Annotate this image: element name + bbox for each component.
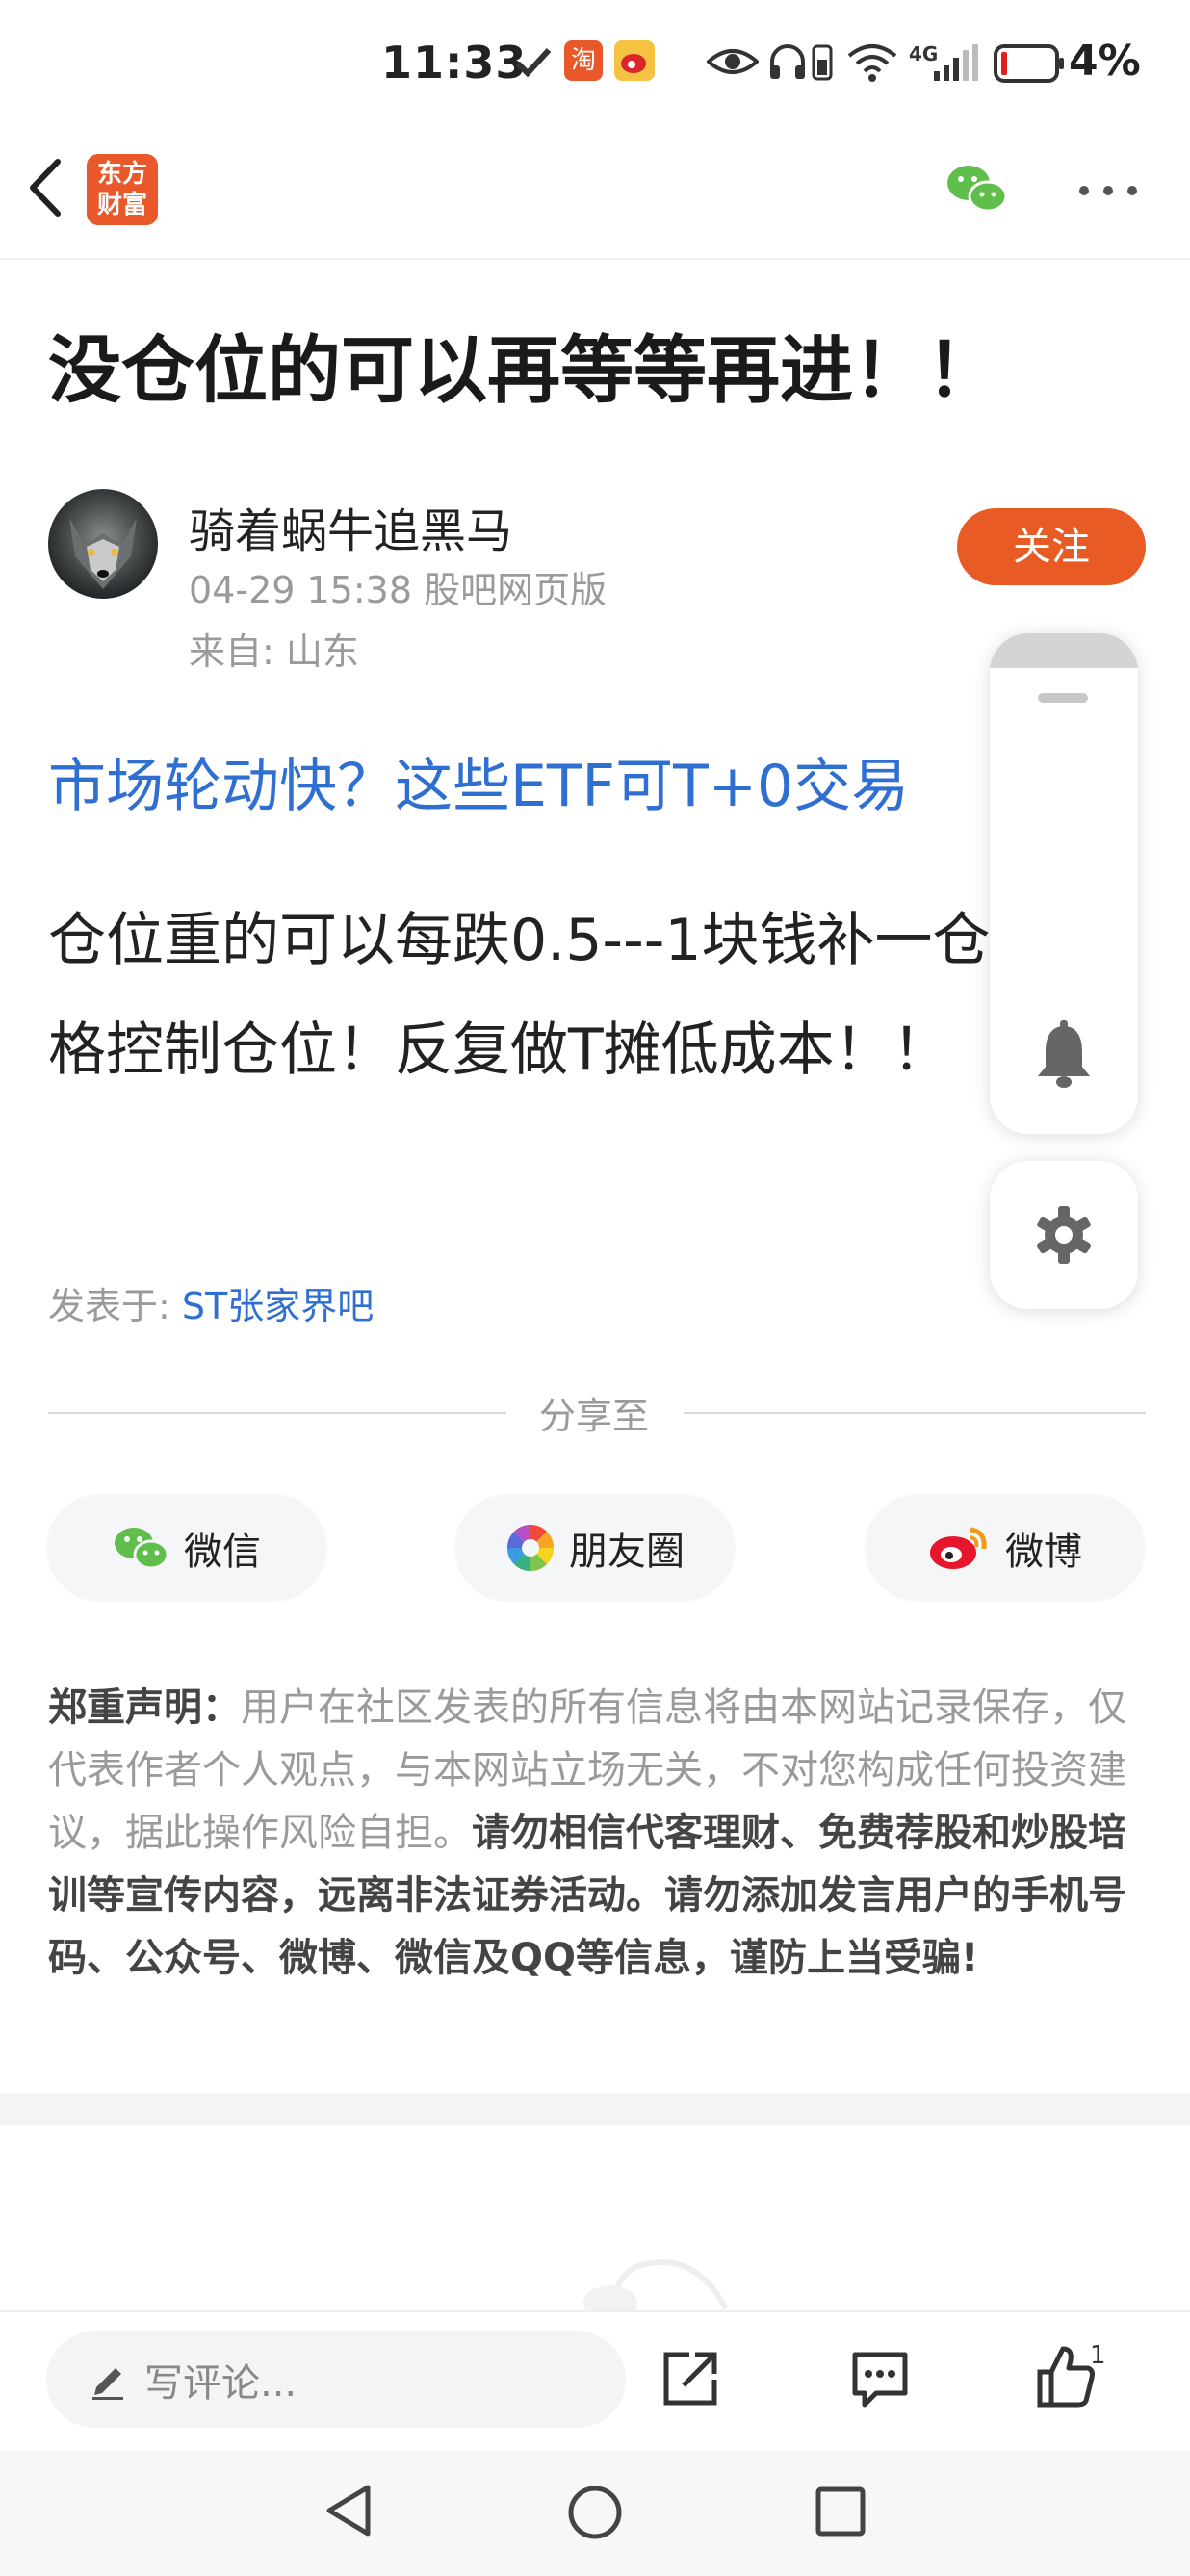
headphones-icon (768, 42, 807, 85)
taobao-app-icon: 淘 (564, 40, 603, 81)
posted-in: 发表于: ST张家界吧 (48, 1276, 374, 1329)
follow-button[interactable]: 关注 (957, 508, 1146, 585)
panel-handle[interactable] (1038, 693, 1088, 703)
weibo-app-icon (614, 40, 655, 81)
share-divider-right (684, 1412, 1146, 1414)
moments-icon (505, 1523, 556, 1573)
top-nav (0, 135, 1190, 260)
like-count: 1 (1090, 2341, 1106, 2370)
disclaimer-title: 郑重声明： (48, 1686, 241, 1730)
eye-icon (705, 44, 761, 83)
loading-placeholder-graphic (582, 2253, 736, 2320)
battery-percent: 4% (1069, 37, 1141, 86)
share-moments-label: 朋友圈 (569, 1530, 685, 1574)
post-location: 来自: 山东 (189, 631, 359, 673)
comment-input[interactable]: 写评论... (46, 2331, 626, 2428)
pencil-icon (89, 2358, 127, 2401)
forum-link[interactable]: ST张家界吧 (182, 1285, 374, 1327)
system-recents-icon[interactable] (815, 2486, 867, 2541)
comments-icon[interactable] (849, 2349, 911, 2414)
posted-in-prefix: 发表于: (48, 1285, 182, 1327)
share-wechat-label: 微信 (184, 1530, 261, 1574)
share-weibo-button[interactable]: 微博 (865, 1494, 1146, 1602)
post-meta: 04-29 15:38 股吧网页版 (189, 569, 608, 611)
floating-settings-button[interactable] (990, 1161, 1138, 1309)
battery-icon (994, 44, 1065, 87)
weibo-icon (928, 1524, 992, 1572)
share-divider-left (48, 1412, 506, 1414)
share-weibo-label: 微博 (1005, 1530, 1082, 1574)
promo-link[interactable]: 市场轮动快？这些ETF可T+0交易 (48, 739, 909, 823)
share-wechat-button[interactable]: 微信 (46, 1494, 327, 1602)
post-title: 没仓位的可以再等等再进！！ (48, 327, 999, 413)
share-label: 分享至 (539, 1395, 650, 1437)
wolf-avatar-icon (69, 518, 137, 589)
share-icon[interactable] (660, 2349, 720, 2412)
comment-placeholder: 写评论... (144, 2361, 298, 2406)
cell-signal-icon (930, 42, 978, 87)
wifi-icon (845, 42, 899, 87)
status-bar: 11:33 淘 4G 4% (0, 0, 1190, 135)
settings-gear-icon (1032, 1203, 1096, 1271)
system-home-icon[interactable] (566, 2484, 624, 2545)
signal-check-icon (514, 46, 553, 83)
author-name[interactable]: 骑着蜗牛追黑马 (189, 493, 512, 560)
system-back-icon[interactable] (322, 2482, 375, 2543)
bell-icon[interactable] (1034, 1020, 1094, 1094)
section-separator (0, 2093, 1190, 2125)
like-icon[interactable] (1034, 2343, 1098, 2414)
headphone-battery-icon (811, 42, 834, 85)
panel-cap (990, 633, 1138, 668)
eastmoney-logo[interactable]: 东方 财富 (87, 154, 158, 225)
share-moments-button[interactable]: 朋友圈 (454, 1494, 736, 1602)
status-time: 11:33 (381, 37, 528, 89)
floating-notification-panel[interactable] (990, 633, 1138, 1134)
logo-text-line2: 财富 (96, 191, 147, 219)
more-options-icon[interactable] (1076, 183, 1140, 201)
disclaimer: 郑重声明：用户在社区发表的所有信息将由本网站记录保存，仅代表作者个人观点，与本网… (48, 1677, 1146, 1990)
back-icon[interactable] (23, 154, 69, 225)
logo-text-line1: 东方 (96, 160, 147, 189)
wechat-share-icon[interactable] (945, 162, 1009, 219)
wechat-icon (113, 1524, 170, 1572)
avatar[interactable] (48, 489, 158, 599)
